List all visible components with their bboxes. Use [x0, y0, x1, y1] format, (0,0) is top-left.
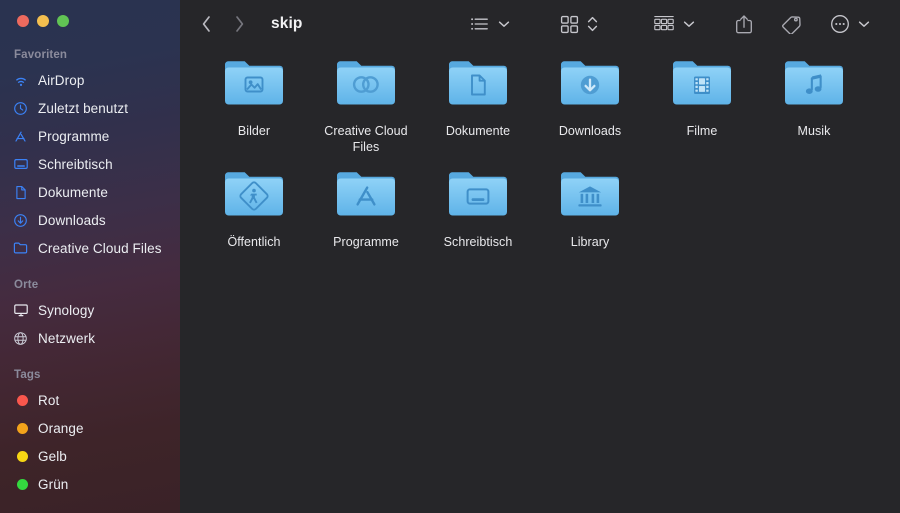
close-button[interactable]	[17, 15, 29, 27]
sidebar-item-tag-rot[interactable]: Rot	[0, 386, 180, 414]
sidebar-item-label: Zuletzt benutzt	[38, 101, 128, 116]
grid-view-icon[interactable]	[560, 15, 579, 34]
sidebar-item-label: Rot	[38, 393, 59, 408]
share-icon[interactable]	[735, 14, 753, 35]
sidebar-item-tag-gruen[interactable]: Grün	[0, 470, 180, 498]
sidebar-item-label: Netzwerk	[38, 331, 95, 346]
downloads-folder-icon	[558, 56, 622, 112]
clock-icon	[12, 100, 29, 117]
forward-chevron-icon[interactable]	[231, 14, 247, 34]
tag-dot-icon	[12, 392, 29, 409]
sidebar-section-tags: Tags	[0, 364, 180, 386]
sidebar-item-dokumente[interactable]: Dokumente	[0, 178, 180, 206]
sidebar-section-favoriten: Favoriten	[0, 44, 180, 66]
file-item[interactable]: Creative Cloud Files	[310, 56, 422, 155]
sidebar-item-label: Synology	[38, 303, 94, 318]
tag-dot-icon	[12, 448, 29, 465]
traffic-lights	[17, 15, 69, 27]
file-label: Musik	[798, 123, 831, 139]
file-label: Dokumente	[446, 123, 510, 139]
sidebar-item-label: Creative Cloud Files	[38, 241, 162, 256]
document-icon	[12, 184, 29, 201]
file-item[interactable]: Musik	[758, 56, 870, 155]
display-icon	[12, 302, 29, 319]
sidebar-item-schreibtisch[interactable]: Schreibtisch	[0, 150, 180, 178]
applications-icon	[12, 128, 29, 145]
file-label: Schreibtisch	[444, 234, 513, 250]
airdrop-icon	[12, 72, 29, 89]
file-item[interactable]: Downloads	[534, 56, 646, 155]
minimize-button[interactable]	[37, 15, 49, 27]
file-item[interactable]: Schreibtisch	[422, 167, 534, 250]
public-folder-icon	[222, 167, 286, 223]
sidebar-item-programme[interactable]: Programme	[0, 122, 180, 150]
sidebar-item-label: Gelb	[38, 449, 67, 464]
sidebar-item-creative-cloud-files[interactable]: Creative Cloud Files	[0, 234, 180, 262]
folder-icon	[12, 240, 29, 257]
file-item[interactable]: Dokumente	[422, 56, 534, 155]
group-by-icon[interactable]	[653, 15, 675, 33]
file-label: Downloads	[559, 123, 621, 139]
sidebar-item-downloads[interactable]: Downloads	[0, 206, 180, 234]
sidebar-item-label: Schreibtisch	[38, 157, 113, 172]
file-item[interactable]: Öffentlich	[198, 167, 310, 250]
file-grid: Bilder Creative Cloud Files	[180, 56, 900, 262]
globe-icon	[12, 330, 29, 347]
sidebar-item-synology[interactable]: Synology	[0, 296, 180, 324]
group-by-chevron-down-icon[interactable]	[683, 20, 695, 28]
file-label: Filme	[687, 123, 718, 139]
tag-dot-icon	[12, 420, 29, 437]
sidebar-item-tag-gelb[interactable]: Gelb	[0, 442, 180, 470]
sidebar-item-label: Grün	[38, 477, 68, 492]
grid-view-chevron-updown-icon[interactable]	[587, 15, 598, 33]
more-chevron-down-icon[interactable]	[858, 20, 870, 28]
file-label: Bilder	[238, 123, 270, 139]
list-view-chevron-down-icon[interactable]	[498, 20, 510, 28]
finder-window: Favoriten AirDrop	[0, 0, 900, 513]
toolbar-actions	[470, 0, 900, 48]
sidebar: Favoriten AirDrop	[0, 0, 180, 513]
movies-folder-icon	[670, 56, 734, 112]
library-folder-icon	[558, 167, 622, 223]
file-item[interactable]: Library	[534, 167, 646, 250]
maximize-button[interactable]	[57, 15, 69, 27]
sidebar-item-label: Downloads	[38, 213, 106, 228]
downloads-icon	[12, 212, 29, 229]
sidebar-item-tag-orange[interactable]: Orange	[0, 414, 180, 442]
tag-dot-icon	[12, 476, 29, 493]
sidebar-item-airdrop[interactable]: AirDrop	[0, 66, 180, 94]
sidebar-item-label: AirDrop	[38, 73, 84, 88]
music-folder-icon	[782, 56, 846, 112]
tag-icon[interactable]	[781, 14, 803, 34]
file-label: Öffentlich	[227, 234, 280, 250]
file-item[interactable]: Programme	[310, 167, 422, 250]
list-view-icon[interactable]	[470, 16, 490, 32]
sidebar-item-netzwerk[interactable]: Netzwerk	[0, 324, 180, 352]
sidebar-item-label: Dokumente	[38, 185, 108, 200]
toolbar: skip	[180, 0, 900, 48]
sidebar-list: Favoriten AirDrop	[0, 44, 180, 498]
back-chevron-icon[interactable]	[198, 14, 214, 34]
page-title: skip	[271, 15, 302, 33]
file-item[interactable]: Filme	[646, 56, 758, 155]
file-label: Library	[571, 234, 610, 250]
main-area: skip	[180, 0, 900, 513]
file-label: Programme	[333, 234, 399, 250]
photos-folder-icon	[222, 56, 286, 112]
applications-folder-icon	[334, 167, 398, 223]
sidebar-item-label: Programme	[38, 129, 109, 144]
desktop-folder-icon	[446, 167, 510, 223]
documents-folder-icon	[446, 56, 510, 112]
desktop-icon	[12, 156, 29, 173]
file-item[interactable]: Bilder	[198, 56, 310, 155]
navigation-buttons	[198, 14, 247, 34]
file-label: Creative Cloud Files	[316, 123, 416, 155]
sidebar-item-label: Orange	[38, 421, 84, 436]
more-icon[interactable]	[830, 14, 850, 34]
sidebar-section-orte: Orte	[0, 274, 180, 296]
creative-cloud-folder-icon	[334, 56, 398, 112]
sidebar-item-zuletzt-benutzt[interactable]: Zuletzt benutzt	[0, 94, 180, 122]
